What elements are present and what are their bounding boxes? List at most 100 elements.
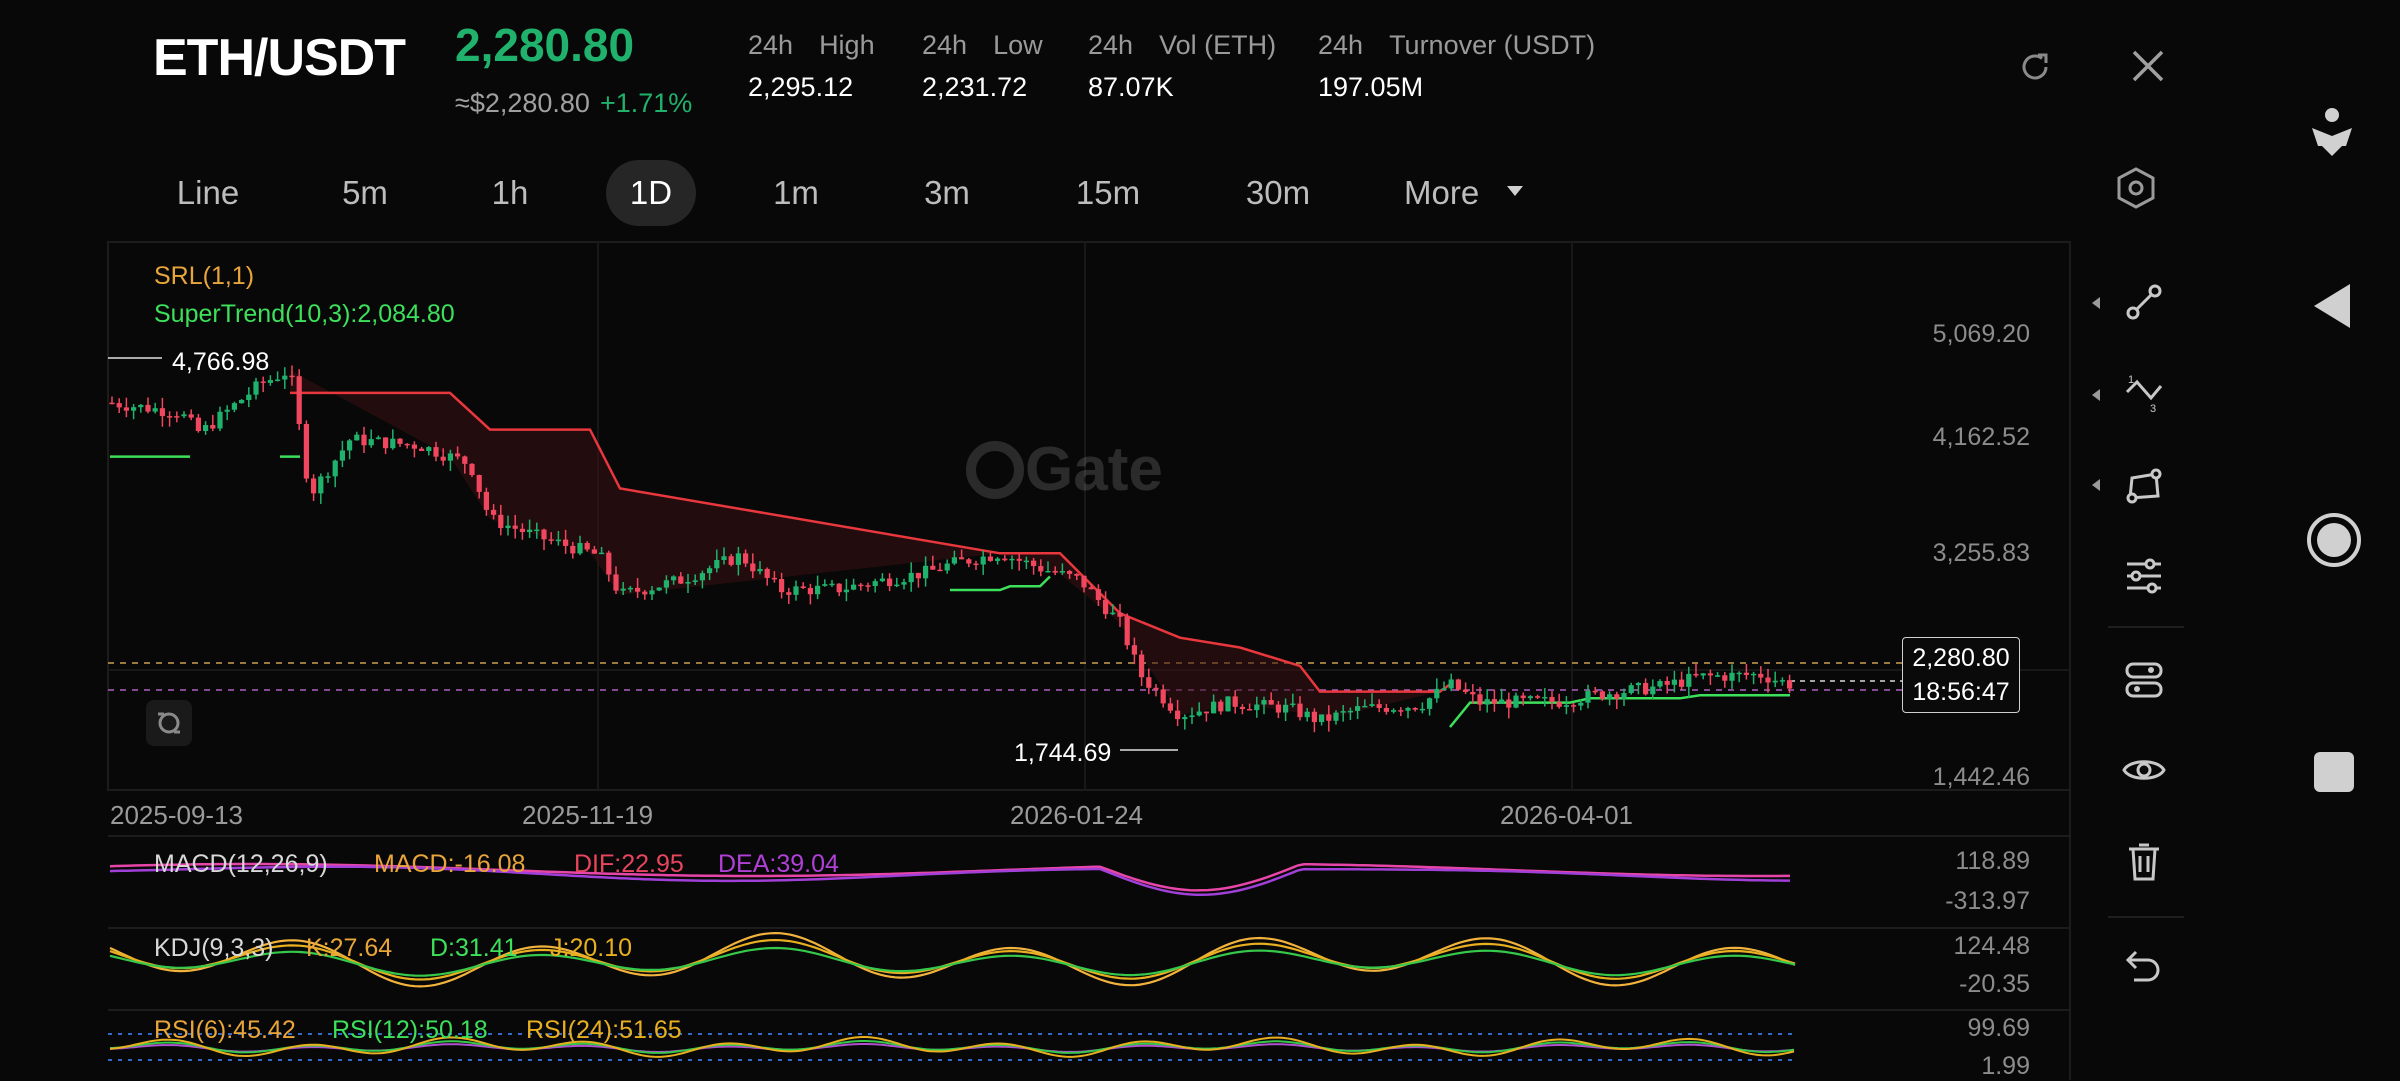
- candle-body: [793, 586, 799, 595]
- candle-body: [757, 568, 763, 572]
- price-axis-tick: 1,442.46: [1932, 763, 2030, 791]
- candle-body: [721, 556, 727, 560]
- chart-canvas[interactable]: Gate 4,766.98 1,744.69: [0, 0, 2400, 1080]
- kdj-axis-top: 124.48: [1953, 932, 2030, 960]
- candle-body: [123, 407, 129, 411]
- candle-body: [131, 407, 137, 411]
- accessibility-icon[interactable]: [2308, 106, 2356, 163]
- candle-body: [1765, 677, 1771, 683]
- layers-icon[interactable]: [2124, 660, 2164, 705]
- rsi12-label: RSI(12):50.18: [332, 1016, 488, 1044]
- candle-body: [527, 529, 533, 533]
- candle-body: [908, 572, 914, 583]
- svg-text:1: 1: [2128, 374, 2134, 386]
- candle-body: [1736, 672, 1742, 675]
- price-axis-tick: 5,069.20: [1932, 320, 2030, 348]
- supertrend-up-line: [950, 575, 1051, 592]
- macd-label: MACD(12,26,9): [154, 850, 328, 878]
- candle-body: [1211, 701, 1217, 714]
- candle-body: [613, 574, 619, 591]
- expand-arrow-icon: [2090, 388, 2102, 407]
- date-axis-tick: 2026-04-01: [1500, 800, 1633, 830]
- macd-value: MACD:-16.08: [374, 850, 526, 878]
- candle-body: [483, 491, 489, 510]
- kdj-k: K:27.64: [306, 934, 393, 962]
- candle-body: [1412, 707, 1418, 710]
- candle-body: [1729, 672, 1735, 681]
- candle-body: [649, 590, 655, 595]
- candle-body: [555, 539, 561, 542]
- candle-body: [1319, 714, 1325, 723]
- candle-body: [1103, 599, 1109, 615]
- candle-body: [1722, 675, 1728, 681]
- candle-body: [1772, 680, 1778, 683]
- candle-body: [815, 585, 821, 595]
- candle-body: [390, 438, 396, 449]
- indicator-settings-icon[interactable]: [2124, 556, 2164, 601]
- candle-body: [807, 588, 813, 595]
- candle-body: [865, 585, 871, 587]
- fibonacci-icon[interactable]: 13: [2124, 374, 2164, 419]
- candle-body: [217, 411, 223, 429]
- high-marker: 4,766.98: [172, 348, 269, 376]
- candle-body: [1175, 710, 1181, 720]
- candle-body: [1650, 686, 1656, 695]
- candle-body: [685, 581, 691, 584]
- candle-body: [1535, 696, 1541, 698]
- candle-body: [275, 379, 281, 382]
- chart-mode-button[interactable]: [146, 700, 192, 746]
- candle-body: [879, 578, 885, 582]
- svg-text:3: 3: [2150, 403, 2156, 414]
- candle-body: [829, 583, 835, 586]
- candle-body: [1002, 558, 1008, 561]
- candle-body: [195, 417, 201, 431]
- candle-body: [1326, 714, 1332, 721]
- undo-icon[interactable]: [2124, 948, 2164, 989]
- candle-body: [498, 514, 504, 529]
- candle-body: [1333, 712, 1339, 721]
- candle-body: [339, 450, 345, 461]
- eye-icon[interactable]: [2122, 754, 2166, 791]
- candle-body: [678, 576, 684, 584]
- home-icon[interactable]: [2306, 512, 2362, 573]
- back-icon[interactable]: [2310, 280, 2354, 337]
- candle-body: [987, 556, 993, 561]
- recents-icon[interactable]: [2314, 752, 2354, 792]
- candle-body: [843, 589, 849, 593]
- trend-line-icon[interactable]: [2124, 282, 2164, 327]
- trash-icon[interactable]: [2126, 842, 2162, 887]
- candle-body: [771, 577, 777, 580]
- candle-body: [966, 559, 972, 564]
- candle-body: [1146, 677, 1152, 688]
- candle-body: [1398, 710, 1404, 712]
- candle-body: [1628, 685, 1634, 694]
- candle-body: [563, 539, 569, 546]
- candle-body: [872, 581, 878, 587]
- candle-body: [1016, 558, 1022, 561]
- countdown-timer: 18:56:47: [1912, 678, 2010, 706]
- candle-body: [728, 556, 734, 565]
- candle-body: [289, 375, 295, 378]
- candle-body: [1499, 699, 1505, 704]
- candle-body: [1304, 711, 1310, 718]
- date-axis-tick: 2026-01-24: [1010, 800, 1143, 830]
- watermark-text: Gate: [1025, 435, 1163, 504]
- candle-body: [548, 539, 554, 541]
- candle-body: [1419, 708, 1425, 711]
- shape-icon[interactable]: [2124, 466, 2164, 511]
- candle-body: [1484, 699, 1490, 705]
- candle-body: [159, 408, 165, 417]
- candle-body: [397, 438, 403, 444]
- candle-body: [1614, 694, 1620, 699]
- candle-body: [332, 460, 338, 477]
- candle-body: [1441, 688, 1447, 690]
- candle-body: [1743, 672, 1749, 675]
- candle-body: [1563, 705, 1569, 707]
- candle-body: [1635, 682, 1641, 686]
- candle-body: [411, 444, 417, 449]
- candle-body: [210, 425, 216, 429]
- candle-body: [836, 583, 842, 593]
- candle-body: [462, 456, 468, 464]
- candle-body: [303, 424, 309, 479]
- candle-body: [1182, 717, 1188, 720]
